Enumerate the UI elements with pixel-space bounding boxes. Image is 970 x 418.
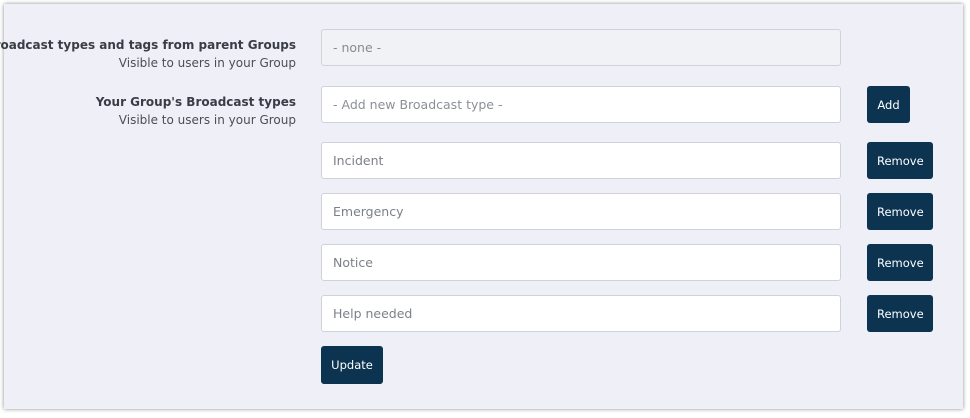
remove-button-emergency[interactable]: Remove — [867, 193, 933, 230]
own-types-label: Your Group's Broadcast types — [95, 95, 296, 109]
parent-groups-sublabel: Visible to users in your Group — [118, 56, 296, 70]
new-broadcast-type-input[interactable] — [321, 86, 841, 123]
own-types-label-block: Your Group's Broadcast types Visible to … — [96, 93, 296, 129]
broadcast-type-field-emergency[interactable] — [321, 193, 841, 230]
parent-groups-label-block: Broadcast types and tags from parent Gro… — [0, 36, 296, 72]
remove-button-notice[interactable]: Remove — [867, 244, 933, 281]
broadcast-types-panel: Broadcast types and tags from parent Gro… — [0, 4, 963, 409]
broadcast-type-field-help-needed[interactable] — [321, 295, 841, 332]
broadcast-type-field-incident[interactable] — [321, 142, 841, 179]
parent-groups-label: Broadcast types and tags from parent Gro… — [0, 38, 296, 52]
parent-groups-field — [321, 29, 841, 66]
remove-button-help-needed[interactable]: Remove — [867, 295, 933, 332]
own-types-sublabel: Visible to users in your Group — [118, 113, 296, 127]
broadcast-type-field-notice[interactable] — [321, 244, 841, 281]
add-button[interactable]: Add — [867, 86, 910, 123]
remove-button-incident[interactable]: Remove — [867, 142, 933, 179]
update-button[interactable]: Update — [321, 346, 383, 384]
